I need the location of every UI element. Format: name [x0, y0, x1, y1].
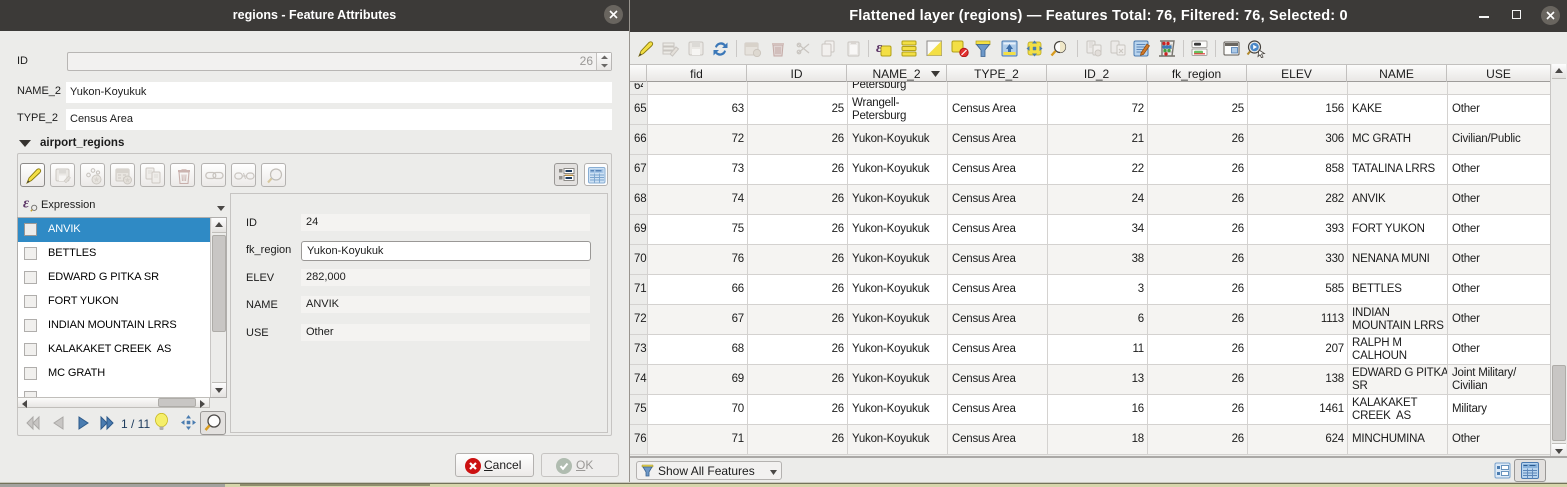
- svg-text:ε: ε: [876, 40, 883, 56]
- svg-text:ε: ε: [23, 196, 30, 212]
